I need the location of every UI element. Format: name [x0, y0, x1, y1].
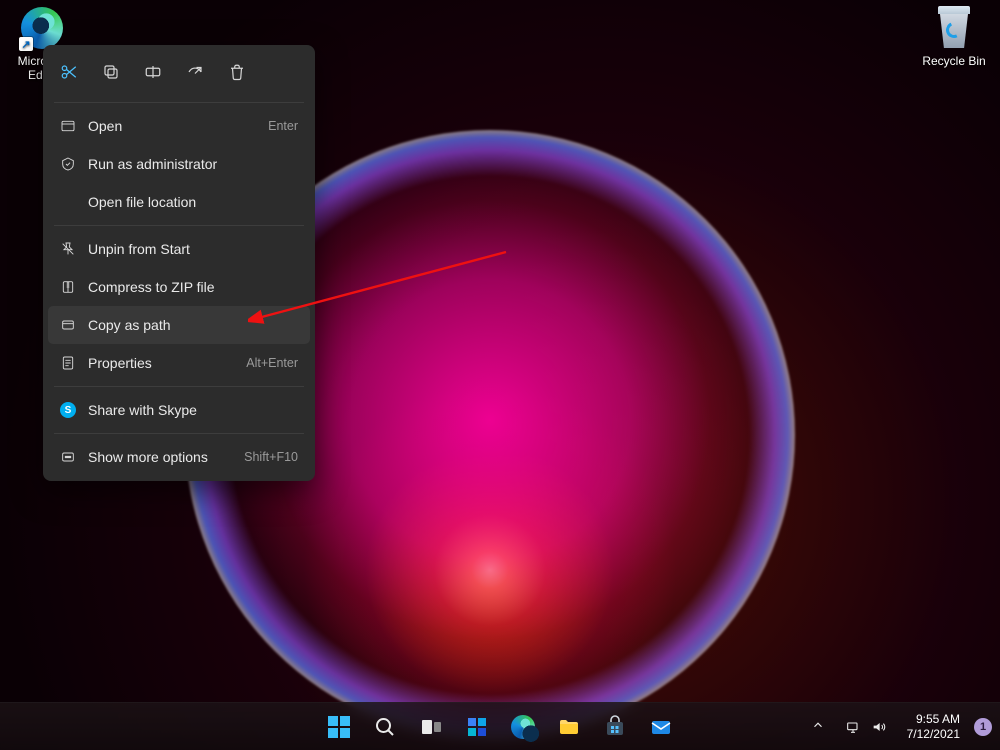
menu-item-label: Compress to ZIP file [88, 279, 298, 295]
taskbar-center-apps [319, 707, 681, 747]
shortcut-arrow-icon: ↗ [19, 37, 33, 51]
menu-item-label: Properties [88, 355, 234, 371]
menu-item-label: Open file location [88, 194, 298, 210]
widgets-icon [465, 715, 489, 739]
cut-button[interactable] [50, 54, 88, 90]
search-button[interactable] [365, 707, 405, 747]
store-icon [603, 715, 627, 739]
windows-logo-icon [328, 716, 350, 738]
notification-badge[interactable]: 1 [974, 718, 992, 736]
separator [54, 225, 304, 226]
mail-button[interactable] [641, 707, 681, 747]
rename-button[interactable] [134, 54, 172, 90]
volume-icon [871, 719, 887, 735]
menu-item-share-with-skype[interactable]: S Share with Skype [48, 391, 310, 429]
more-icon [60, 449, 76, 465]
menu-item-accelerator: Enter [268, 119, 298, 133]
recycle-bin-icon [932, 6, 976, 50]
menu-item-label: Run as administrator [88, 156, 298, 172]
file-explorer-button[interactable] [549, 707, 589, 747]
clock-time: 9:55 AM [907, 712, 960, 726]
delete-button[interactable] [218, 54, 256, 90]
copypath-icon [60, 317, 76, 333]
system-tray[interactable] [839, 719, 893, 735]
copy-button[interactable] [92, 54, 130, 90]
menu-item-label: Open [88, 118, 256, 134]
menu-item-label: Unpin from Start [88, 241, 298, 257]
edge-icon: ↗ [20, 6, 64, 50]
mail-icon [649, 715, 673, 739]
desktop-icon-label: Recycle Bin [922, 54, 985, 68]
trash-icon [228, 63, 246, 81]
menu-item-label: Show more options [88, 449, 232, 465]
folder-icon [557, 715, 581, 739]
chevron-up-icon [811, 718, 825, 732]
copy-icon [102, 63, 120, 81]
search-icon [373, 715, 397, 739]
taskbar-right: 9:55 AM 7/12/2021 1 [805, 712, 994, 741]
menu-item-open-file-location[interactable]: Open file location [48, 183, 310, 221]
context-menu: Open Enter Run as administrator Open file l… [43, 45, 315, 481]
separator [54, 433, 304, 434]
menu-item-run-as-administrator[interactable]: Run as administrator [48, 145, 310, 183]
context-menu-top-actions [48, 50, 310, 98]
widgets-button[interactable] [457, 707, 497, 747]
scissors-icon [60, 63, 78, 81]
clock-date: 7/12/2021 [907, 727, 960, 741]
menu-item-show-more-options[interactable]: Show more options Shift+F10 [48, 438, 310, 476]
taskbar-clock[interactable]: 9:55 AM 7/12/2021 [901, 712, 966, 741]
menu-item-open[interactable]: Open Enter [48, 107, 310, 145]
separator [54, 102, 304, 103]
network-icon [845, 719, 861, 735]
desktop[interactable]: ↗ Microsoft Edge Recycle Bin [0, 0, 1000, 750]
microsoft-store-button[interactable] [595, 707, 635, 747]
task-view-icon [419, 715, 443, 739]
tray-overflow-button[interactable] [805, 712, 831, 741]
menu-item-unpin-from-start[interactable]: Unpin from Start [48, 230, 310, 268]
menu-item-compress-to-zip-file[interactable]: Compress to ZIP file [48, 268, 310, 306]
menu-item-copy-as-path[interactable]: Copy as path [48, 306, 310, 344]
taskbar: 9:55 AM 7/12/2021 1 [0, 702, 1000, 750]
task-view-button[interactable] [411, 707, 451, 747]
menu-item-label: Copy as path [88, 317, 298, 333]
menu-item-accelerator: Alt+Enter [246, 356, 298, 370]
zip-icon [60, 279, 76, 295]
skype-icon: S [60, 402, 76, 418]
share-button[interactable] [176, 54, 214, 90]
desktop-icon-recycle-bin[interactable]: Recycle Bin [916, 6, 992, 68]
props-icon [60, 355, 76, 371]
menu-item-label: Share with Skype [88, 402, 298, 418]
start-button[interactable] [319, 707, 359, 747]
separator [54, 386, 304, 387]
menu-item-properties[interactable]: Properties Alt+Enter [48, 344, 310, 382]
edge-icon [511, 715, 535, 739]
open-icon [60, 118, 76, 134]
taskbar-edge-button[interactable] [503, 707, 543, 747]
admin-icon [60, 156, 76, 172]
share-icon [186, 63, 204, 81]
unpin-icon [60, 241, 76, 257]
menu-item-accelerator: Shift+F10 [244, 450, 298, 464]
rename-icon [144, 63, 162, 81]
